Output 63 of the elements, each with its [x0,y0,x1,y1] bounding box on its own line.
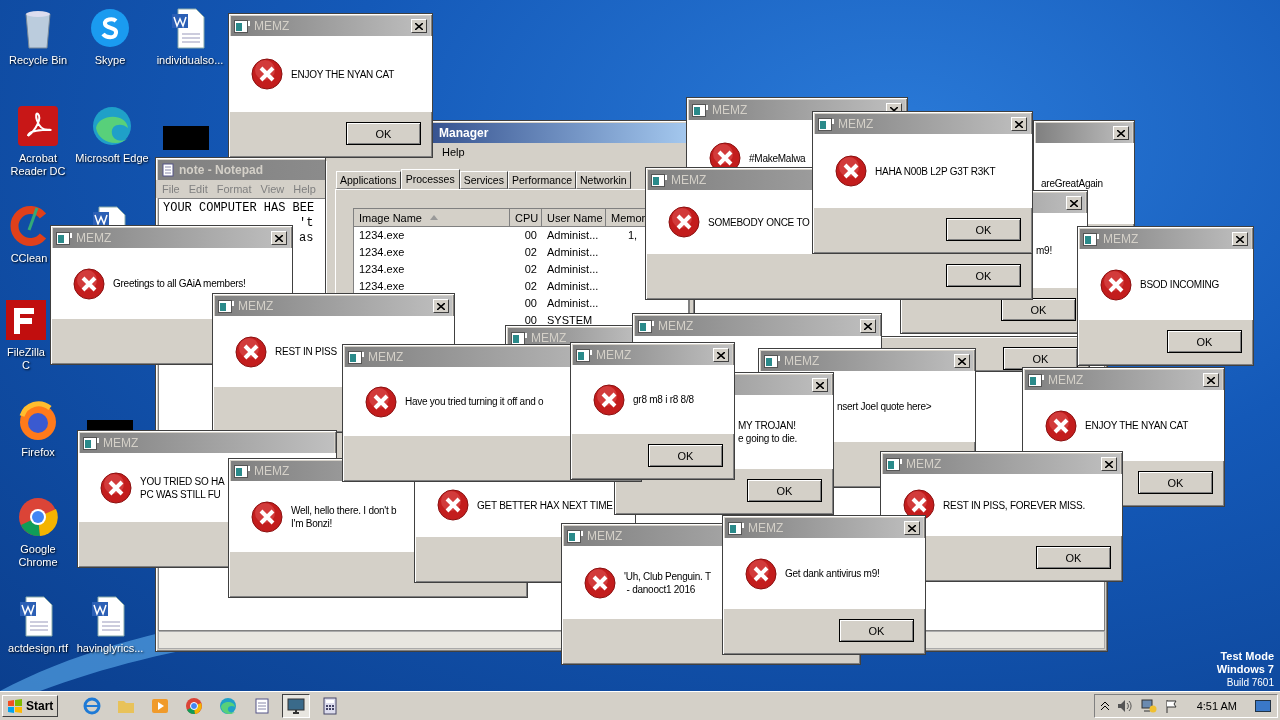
window-title: MEMZ [587,529,623,543]
window-title: MEMZ [906,457,942,471]
window-title: MEMZ [1103,232,1139,246]
table-cell-text: 02 [523,262,538,275]
window-title: MEMZ [254,464,290,478]
message-text: REST IN PISS, FOREVER MISS. [943,498,1085,512]
message-text: MY TROJAN! e going to die. [738,419,798,445]
system-text: Test Mode [1220,650,1274,663]
message-text: #MakeMalwa [749,151,806,165]
table-cell-text: 00 [523,228,538,241]
table-cell-text: Administ... [546,245,600,258]
system-text: Windows 7 [1216,663,1274,676]
text-line: 't [299,216,314,231]
message-text: ENJOY THE NYAN CAT [291,67,395,81]
message-text: YOU TRIED SO HA PC WAS STILL FU [140,474,225,501]
window-title: MEMZ [838,117,874,131]
window-title: MEMZ [103,436,139,450]
table-cell-text: Administ... [546,279,600,292]
window-title: MEMZ [658,319,694,333]
window-title: MEMZ [671,173,707,187]
message-text: GET BETTER HAX NEXT TIME [477,498,613,512]
table-cell-text: 02 [523,279,538,292]
message-text: areGreatAgain [1041,177,1103,190]
table-cell-text: 1, [627,228,639,241]
window-title: MEMZ [254,19,290,33]
message-text: BSOD INCOMING [1140,278,1219,291]
window-title: MEMZ [712,103,748,117]
window-title: MEMZ [76,231,112,245]
window-title: note - Notepad [179,163,263,177]
message-text: REST IN PISS [275,345,337,358]
window-title: Manager [439,126,489,140]
message-text: gr8 m8 i r8 8/8 [633,393,694,406]
table-cell-text: SYSTEM [546,313,594,326]
window-title: MEMZ [238,299,274,313]
message-text: 'Uh, Club Penguin. T - danooct1 2016 [624,569,711,596]
table-cell-text: 1234.exe [358,262,406,275]
table-cell-text: 00 [523,296,538,309]
message-text: Have you tried turning it off and o [405,395,544,408]
window-title: MEMZ [368,350,404,364]
table-cell-text: 02 [523,245,538,258]
text-line: YOUR COMPUTER HAS BEE [163,201,315,216]
table-cell-text: 1234.exe [358,228,406,241]
window-title: MEMZ [748,521,784,535]
table-cell-text: 1234.exe [358,279,406,292]
table-cell-text: 1234.exe [358,245,406,258]
window-title: MEMZ [784,354,820,368]
message-text: SOMEBODY ONCE TO [708,215,810,229]
table-cell-text: Administ... [546,262,600,275]
table-cell-text: 00 [523,313,538,326]
text-line: as [299,231,314,246]
message-text: HAHA N00B L2P G3T R3KT [875,164,996,178]
message-text: ENJOY THE NYAN CAT [1085,419,1189,432]
message-text: Get dank antivirus m9! [785,567,880,580]
table-cell-text: Administ... [546,228,600,241]
message-text: Greetings to all GAiA members! [113,277,246,290]
window-title: MEMZ [531,331,567,345]
window-title: MEMZ [1048,373,1084,387]
system-text: Build 7601 [1226,676,1274,689]
message-text: Well, hello there. I don't b I'm Bonzi! [291,503,397,530]
message-text: m9! [1036,244,1052,257]
message-text: nsert Joel quote here> [837,400,932,413]
window-title: MEMZ [596,348,632,362]
table-cell-text: Administ... [546,296,600,309]
